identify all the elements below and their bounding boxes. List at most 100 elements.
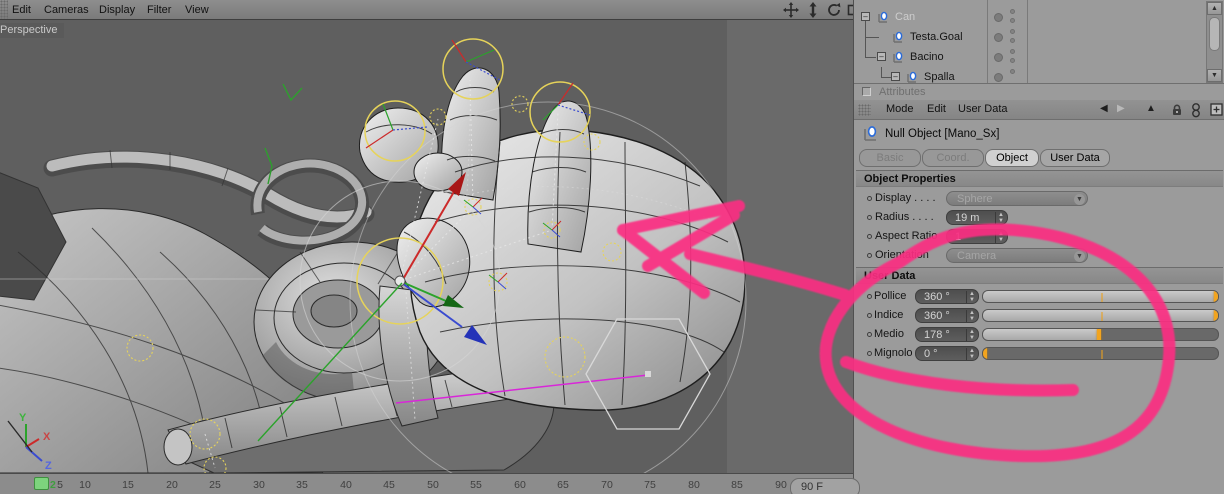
scroll-up-icon[interactable]: ▲ — [1207, 2, 1222, 15]
attr-menu-mode[interactable]: Mode — [886, 103, 914, 115]
rotate-icon[interactable] — [826, 2, 842, 18]
om-scrollbar[interactable]: ▲ ▼ — [1206, 1, 1223, 83]
menu-edit[interactable]: Edit — [8, 3, 35, 17]
history-icon[interactable] — [1190, 102, 1202, 118]
anim-dot[interactable] — [867, 351, 872, 356]
slider-handle[interactable] — [983, 348, 987, 359]
axis-label-y: Y — [19, 412, 27, 424]
pollice-slider[interactable] — [982, 290, 1219, 303]
viewport-camera-label[interactable]: Perspective — [0, 23, 65, 38]
add-panel-icon[interactable] — [1210, 103, 1223, 116]
attributes-menubar: Mode Edit User Data ◀ ▶ ▲ — [854, 100, 1224, 120]
editor-visibility-dot[interactable] — [1010, 49, 1015, 54]
lock-icon[interactable] — [1170, 103, 1184, 117]
spinner-icon[interactable]: ▲ ▼ — [966, 291, 977, 303]
layer-dot[interactable] — [994, 33, 1003, 42]
timeline-playhead[interactable] — [34, 477, 49, 490]
axis-label-x: X — [43, 431, 51, 443]
spinner-icon[interactable]: ▲ ▼ — [966, 310, 977, 322]
null-object-icon — [907, 71, 917, 83]
editor-visibility-dot[interactable] — [1010, 9, 1015, 14]
panel-checkbox-icon[interactable] — [862, 87, 871, 96]
indice-field[interactable]: 360 ° ▲ ▼ — [915, 308, 979, 323]
mignolo-field[interactable]: 0 ° ▲ ▼ — [915, 346, 979, 361]
collapse-icon[interactable]: – — [861, 12, 870, 21]
render-visibility-dot[interactable] — [1010, 38, 1015, 43]
spinner-icon[interactable]: ▲ ▼ — [966, 348, 977, 360]
tab-object[interactable]: Object — [985, 149, 1039, 167]
attr-menu-user-data[interactable]: User Data — [958, 103, 1008, 115]
layer-dot[interactable] — [994, 53, 1003, 62]
anim-dot[interactable] — [867, 294, 872, 299]
tab-user-data[interactable]: User Data — [1040, 149, 1110, 167]
indice-slider[interactable] — [982, 309, 1219, 322]
ruler-tick: 65 — [557, 479, 569, 491]
timeline-ruler[interactable]: 2 5 10 15 20 25 30 35 40 45 50 55 60 65 … — [0, 473, 860, 494]
anim-dot[interactable] — [867, 215, 872, 220]
medio-slider[interactable] — [982, 328, 1219, 341]
spinner-icon[interactable]: ▲ ▼ — [966, 329, 977, 341]
section-object-properties[interactable]: Object Properties — [856, 170, 1223, 187]
userdata-row-medio: Medio 178 ° ▲ ▼ — [854, 327, 1224, 344]
panel-grip-icon[interactable] — [858, 104, 871, 116]
anim-dot[interactable] — [867, 332, 872, 337]
layer-dot[interactable] — [994, 13, 1003, 22]
menu-view[interactable]: View — [181, 3, 213, 17]
spinner-icon[interactable]: ▲ ▼ — [995, 231, 1006, 243]
ruler-tick: 70 — [601, 479, 613, 491]
anim-dot[interactable] — [867, 253, 872, 258]
editor-visibility-dot[interactable] — [1010, 69, 1015, 74]
ruler-tick: 90 — [775, 479, 787, 491]
menubar-grip[interactable] — [0, 0, 8, 19]
menu-cameras[interactable]: Cameras — [40, 3, 93, 17]
aspect-ratio-field[interactable]: 1 ▲ ▼ — [946, 229, 1008, 244]
viewport-canvas[interactable]: Y X Z — [0, 20, 853, 494]
tree-row-bacino[interactable]: – Bacino — [854, 48, 1184, 67]
attr-menu-edit[interactable]: Edit — [927, 103, 946, 115]
slider-handle[interactable] — [1214, 310, 1218, 321]
tree-row-can[interactable]: – Can — [854, 8, 1184, 27]
selected-object-title: Null Object [Mano_Sx] — [885, 128, 1000, 140]
render-visibility-dot[interactable] — [1010, 18, 1015, 23]
section-user-data[interactable]: User Data — [856, 267, 1223, 284]
spinner-icon[interactable]: ▲ ▼ — [995, 212, 1006, 224]
move-icon[interactable] — [783, 2, 799, 18]
pollice-field[interactable]: 360 ° ▲ ▼ — [915, 289, 979, 304]
orientation-dropdown[interactable]: Camera ▼ — [946, 248, 1088, 263]
collapse-icon[interactable]: – — [891, 72, 900, 81]
end-frame-field[interactable]: 90 F — [790, 478, 860, 494]
tree-row-testa-goal[interactable]: Testa.Goal — [854, 28, 1184, 47]
chevron-down-icon[interactable]: ▼ — [1074, 251, 1085, 262]
scroll-down-icon[interactable]: ▼ — [1207, 69, 1222, 82]
display-dropdown[interactable]: Sphere ▼ — [946, 191, 1088, 206]
medio-field[interactable]: 178 ° ▲ ▼ — [915, 327, 979, 342]
editor-visibility-dot[interactable] — [1010, 29, 1015, 34]
tab-basic[interactable]: Basic — [859, 149, 921, 167]
tree-row-spalla[interactable]: – Spalla — [854, 68, 1184, 83]
layer-dot[interactable] — [994, 73, 1003, 82]
zoom-icon[interactable] — [805, 2, 821, 18]
null-object-icon — [878, 11, 888, 23]
collapse-icon[interactable]: – — [877, 52, 886, 61]
back-icon[interactable]: ◀ — [1100, 103, 1108, 114]
mignolo-slider[interactable] — [982, 347, 1219, 360]
chevron-down-icon[interactable]: ▼ — [1074, 194, 1085, 205]
scrollbar-thumb[interactable] — [1209, 17, 1220, 51]
up-icon[interactable]: ▲ — [1146, 103, 1156, 114]
tab-coord[interactable]: Coord. — [922, 149, 984, 167]
spline-point[interactable] — [645, 371, 651, 377]
ruler-tick: 50 — [427, 479, 439, 491]
anim-dot[interactable] — [867, 234, 872, 239]
radius-field[interactable]: 19 m ▲ ▼ — [946, 210, 1008, 225]
menu-filter[interactable]: Filter — [143, 3, 175, 17]
render-visibility-dot[interactable] — [1010, 58, 1015, 63]
slider-handle[interactable] — [1097, 329, 1102, 340]
anim-dot[interactable] — [867, 196, 872, 201]
ruler-tick: 60 — [514, 479, 526, 491]
slider-handle[interactable] — [1214, 291, 1218, 302]
forward-icon[interactable]: ▶ — [1117, 103, 1125, 114]
anim-dot[interactable] — [867, 313, 872, 318]
viewport: Y X Z — [0, 20, 853, 494]
menu-display[interactable]: Display — [95, 3, 139, 17]
viewport-side-band — [727, 20, 853, 473]
